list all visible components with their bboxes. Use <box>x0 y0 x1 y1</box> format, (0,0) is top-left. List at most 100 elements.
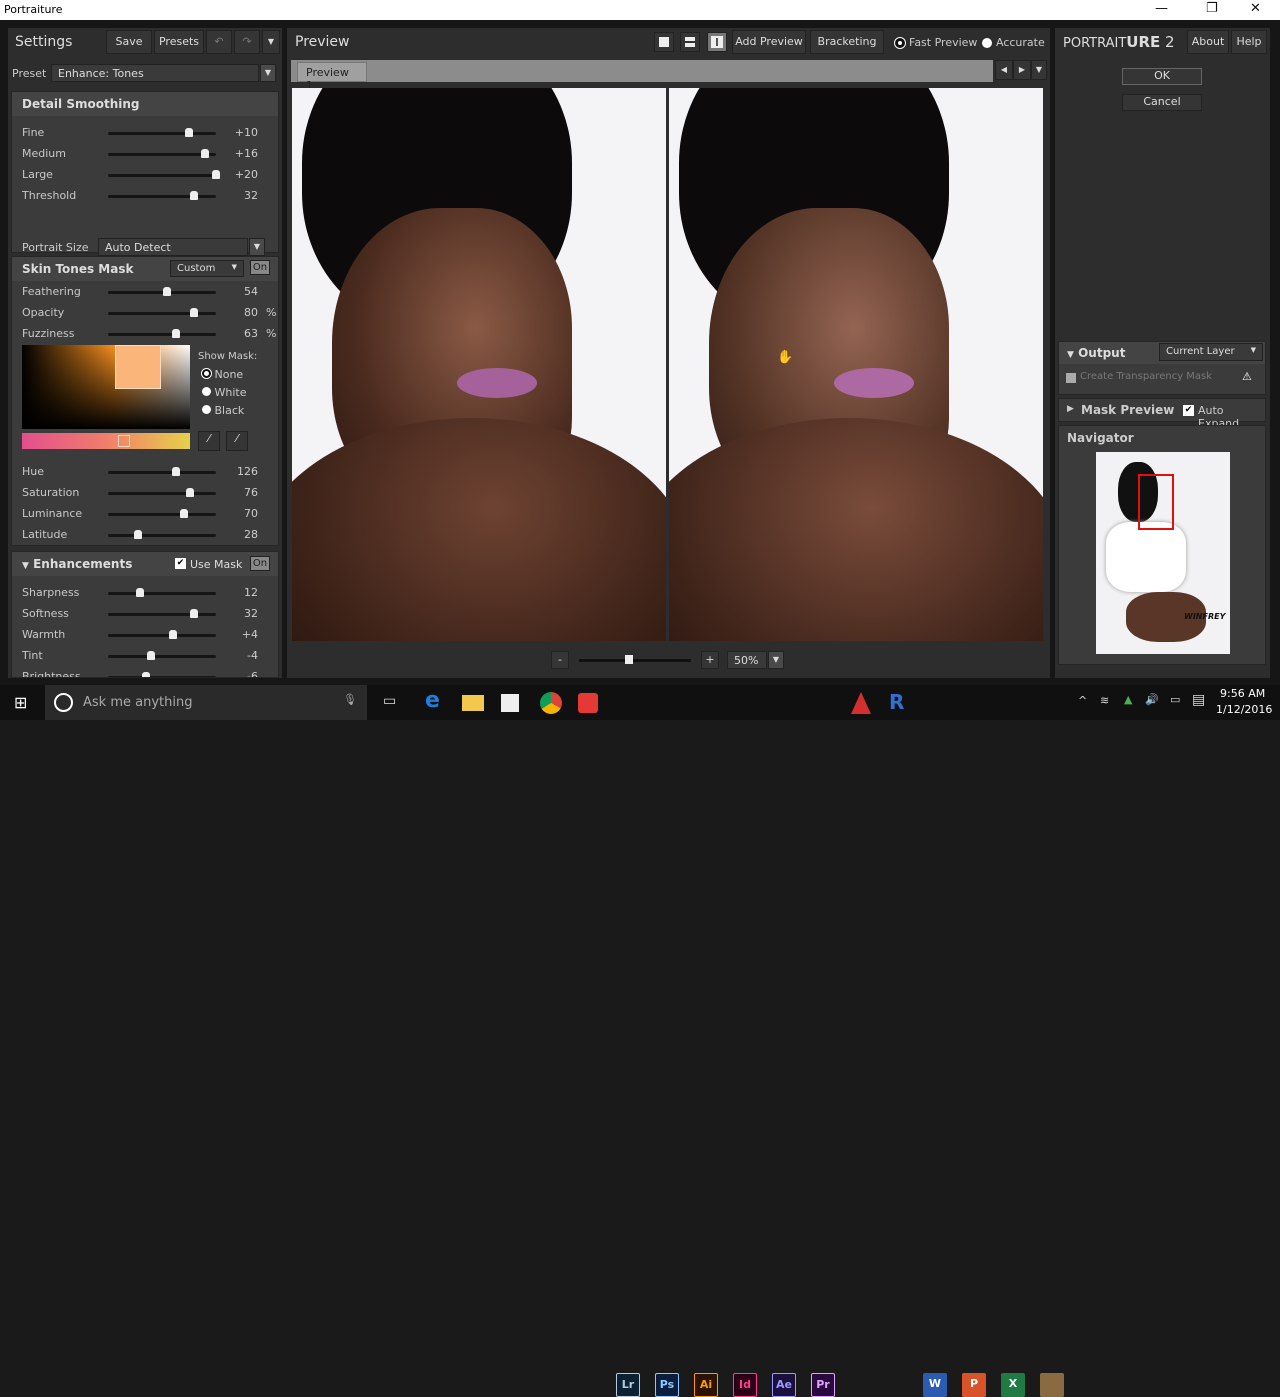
navigator-viewport-rect[interactable] <box>1138 474 1174 530</box>
latitude-slider[interactable] <box>108 530 216 539</box>
split-horizontal-icon[interactable] <box>680 32 700 52</box>
warmth-slider[interactable] <box>108 630 216 639</box>
large-slider[interactable] <box>108 170 220 179</box>
opacity-slider[interactable] <box>108 308 216 317</box>
slider-thumb[interactable] <box>172 329 181 338</box>
add-preview-button[interactable]: Add Preview <box>732 30 806 54</box>
next-tab-arrow-icon[interactable]: ▶ <box>1013 60 1031 80</box>
after-effects-icon[interactable]: Ae <box>772 1373 796 1397</box>
autocad-icon[interactable] <box>851 692 871 714</box>
brightness-slider[interactable] <box>108 672 216 677</box>
undo-icon[interactable]: ↶ <box>206 30 232 54</box>
slider-thumb[interactable] <box>141 672 150 677</box>
close-button[interactable]: ✕ <box>1250 1 1261 16</box>
volume-icon[interactable]: 🔊 <box>1145 693 1159 706</box>
single-view-icon[interactable] <box>654 32 674 52</box>
medium-slider[interactable] <box>108 149 216 158</box>
sharpness-slider[interactable] <box>108 588 216 597</box>
saturation-slider[interactable] <box>108 488 216 497</box>
chevron-down-icon[interactable]: ▼ <box>768 651 784 669</box>
use-mask-checkbox[interactable]: ✔ <box>175 558 186 569</box>
search-box[interactable]: Ask me anything 🎙 <box>45 685 367 720</box>
chrome-icon[interactable] <box>540 692 562 714</box>
processed-photo[interactable]: ✋ <box>669 88 1043 641</box>
hue-range-bar[interactable] <box>22 433 190 449</box>
settings-menu-arrow[interactable]: ▼ <box>262 30 280 54</box>
threshold-slider[interactable] <box>108 191 216 200</box>
photoshop-icon[interactable]: Ps <box>655 1373 679 1397</box>
cancel-button[interactable]: Cancel <box>1122 94 1202 111</box>
tab-preview-1[interactable]: Preview 1 <box>297 62 367 92</box>
slider-thumb[interactable] <box>168 630 177 639</box>
mask-preview-section[interactable]: ▶ Mask Preview ✔ Auto Expand <box>1058 398 1266 430</box>
preset-dropdown[interactable]: Enhance: Tones <box>51 64 259 82</box>
clock-date[interactable]: 1/12/2016 <box>1216 703 1272 716</box>
feathering-slider[interactable] <box>108 287 216 296</box>
windows-start-icon[interactable]: ⊞ <box>14 693 27 712</box>
output-dropdown[interactable]: Current Layer ▼ <box>1159 343 1263 361</box>
eyedropper-icon[interactable]: ⁄ <box>198 431 220 451</box>
zoom-slider[interactable] <box>579 655 691 664</box>
presets-button[interactable]: Presets <box>154 30 204 54</box>
illustrator-icon[interactable]: Ai <box>694 1373 718 1397</box>
slider-thumb[interactable] <box>179 509 188 518</box>
battery-icon[interactable]: ▭ <box>1170 693 1180 706</box>
enhancements-on-toggle[interactable]: On <box>250 556 270 571</box>
split-vertical-icon[interactable] <box>707 32 727 52</box>
slider-thumb[interactable] <box>190 609 199 618</box>
show-mask-black-radio[interactable]: Black <box>202 404 244 417</box>
slider-thumb[interactable] <box>185 128 193 137</box>
softness-slider[interactable] <box>108 609 216 618</box>
word-icon[interactable]: W <box>923 1373 947 1397</box>
tab-menu-arrow-icon[interactable]: ▼ <box>1031 60 1047 80</box>
chevron-down-icon[interactable]: ▼ <box>249 238 265 256</box>
bracketing-button[interactable]: Bracketing <box>810 30 884 54</box>
fine-slider[interactable] <box>108 128 216 137</box>
skin-mask-on-toggle[interactable]: On <box>250 260 270 275</box>
revit-icon[interactable]: R <box>889 690 904 714</box>
google-drive-icon[interactable]: ▲ <box>1124 693 1132 706</box>
ok-button[interactable]: OK <box>1122 68 1202 85</box>
eyedropper-minus-icon[interactable]: ⁄ <box>226 431 248 451</box>
network-icon[interactable]: ≋ <box>1100 694 1109 707</box>
file-explorer-icon[interactable] <box>462 695 484 711</box>
indesign-icon[interactable]: Id <box>733 1373 757 1397</box>
minimize-button[interactable]: — <box>1155 1 1168 16</box>
zoom-slider-thumb[interactable] <box>625 655 634 664</box>
excel-icon[interactable]: X <box>1001 1373 1025 1397</box>
task-view-icon[interactable]: ▭ <box>383 693 396 709</box>
hue-range-handle[interactable] <box>118 435 130 447</box>
prev-tab-arrow-icon[interactable]: ◀ <box>995 60 1013 80</box>
action-center-icon[interactable]: ▤ <box>1192 692 1205 708</box>
hue-slider[interactable] <box>108 467 216 476</box>
luminance-slider[interactable] <box>108 509 216 518</box>
color-picker-field[interactable] <box>22 345 190 429</box>
selected-tone-box[interactable] <box>115 345 161 389</box>
fast-preview-radio[interactable] <box>895 38 905 48</box>
redo-icon[interactable]: ↷ <box>234 30 260 54</box>
slider-thumb[interactable] <box>147 651 156 660</box>
about-button[interactable]: About <box>1187 30 1229 54</box>
slider-thumb[interactable] <box>190 308 199 317</box>
slider-thumb[interactable] <box>186 488 195 497</box>
premiere-icon[interactable]: Pr <box>811 1373 835 1397</box>
slider-thumb[interactable] <box>163 287 172 296</box>
lightroom-icon[interactable]: Lr <box>616 1373 640 1397</box>
original-photo[interactable] <box>292 88 666 641</box>
navigator-thumbnail[interactable]: WINFREY <box>1096 452 1230 654</box>
zoom-in-button[interactable]: + <box>701 651 719 669</box>
media-app-icon[interactable] <box>1040 1373 1064 1397</box>
zoom-level-dropdown[interactable]: 50% <box>727 651 767 669</box>
slider-thumb[interactable] <box>172 467 181 476</box>
clock-time[interactable]: 9:56 AM <box>1220 687 1265 700</box>
store-icon[interactable] <box>501 694 519 712</box>
skin-mask-mode-dropdown[interactable]: Custom ▼ <box>170 260 244 277</box>
show-mask-white-radio[interactable]: White <box>202 386 247 399</box>
microphone-icon[interactable]: 🎙 <box>343 693 357 706</box>
restore-button[interactable]: ❐ <box>1206 1 1218 16</box>
portrait-size-dropdown[interactable]: Auto Detect <box>98 238 248 256</box>
powerpoint-icon[interactable]: P <box>962 1373 986 1397</box>
chevron-down-icon[interactable]: ▼ <box>260 64 276 82</box>
help-button[interactable]: Help <box>1231 30 1267 54</box>
auto-expand-checkbox[interactable]: ✔ <box>1183 405 1194 416</box>
